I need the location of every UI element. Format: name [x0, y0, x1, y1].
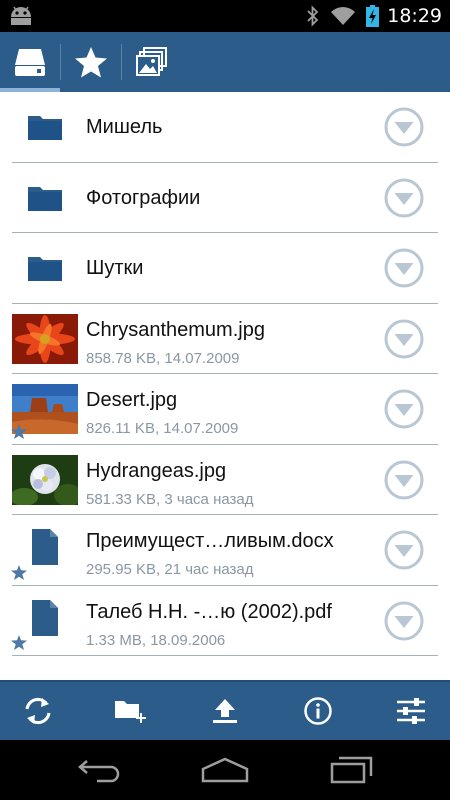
list-item[interactable]: Hydrangeas.jpg 581.33 KB, 3 часа назад: [0, 445, 450, 516]
back-button[interactable]: [75, 754, 125, 786]
android-icon: [11, 6, 31, 25]
home-button[interactable]: [198, 754, 252, 786]
item-menu-button[interactable]: [384, 107, 424, 147]
upload-icon: [213, 699, 237, 723]
item-menu-button[interactable]: [384, 389, 424, 429]
image-thumbnail: [12, 454, 78, 505]
settings-sliders-icon: [397, 698, 425, 724]
folder-icon: [28, 257, 62, 281]
folder-icon: [28, 116, 62, 140]
star-icon: [75, 47, 107, 78]
document-icon: [32, 599, 58, 636]
list-item[interactable]: Шутки: [0, 233, 450, 304]
favorite-star-icon: [11, 635, 27, 650]
file-name: Фотографии: [86, 186, 201, 209]
home-icon: [201, 757, 249, 783]
battery-charging-icon: [366, 5, 380, 27]
list-item[interactable]: Фотографии: [0, 163, 450, 234]
tab-favorites[interactable]: [61, 32, 121, 92]
top-tab-bar: [0, 32, 450, 92]
upload-button[interactable]: [195, 682, 255, 740]
recent-apps-icon: [330, 756, 373, 784]
file-name: Талеб Н.Н. -…ю (2002).pdf: [86, 600, 332, 623]
favorite-star-icon: [11, 564, 27, 580]
new-folder-button[interactable]: [100, 682, 160, 740]
settings-button[interactable]: [381, 682, 441, 740]
file-name: Desert.jpg: [86, 389, 178, 411]
back-icon: [78, 760, 120, 783]
tab-gallery[interactable]: [122, 32, 182, 92]
list-item[interactable]: Талеб Н.Н. -…ю (2002).pdf 1.33 MB, 18.09…: [0, 586, 450, 657]
refresh-icon: [25, 697, 51, 725]
new-folder-icon: [115, 701, 146, 723]
file-name: Мишель: [86, 116, 163, 138]
gallery-icon: [136, 47, 167, 76]
file-name: Chrysanthemum.jpg: [86, 318, 265, 341]
refresh-button[interactable]: [8, 682, 68, 740]
item-menu-button[interactable]: [384, 319, 424, 359]
item-menu-button[interactable]: [384, 460, 424, 500]
file-name: Hydrangeas.jpg: [86, 459, 227, 482]
document-icon: [32, 529, 58, 565]
file-meta: 581.33 KB, 3 часа назад: [86, 490, 254, 508]
file-meta: 858.78 KB, 14.07.2009: [86, 349, 240, 367]
item-menu-button[interactable]: [384, 248, 424, 288]
status-time: 18:29: [387, 5, 442, 27]
folder-icon: [28, 186, 62, 211]
favorite-star-icon: [11, 423, 27, 439]
file-list: Мишель Фотографии Шутки Chrysanthemum.jp…: [0, 92, 450, 656]
info-button[interactable]: [288, 682, 348, 740]
bluetooth-icon: [307, 5, 319, 27]
file-meta: 826.11 KB, 14.07.2009: [86, 420, 239, 437]
info-icon: [304, 697, 332, 725]
storage-icon: [15, 49, 45, 76]
image-thumbnail: [12, 313, 78, 364]
status-bar: 18:29: [0, 0, 450, 32]
list-item[interactable]: Chrysanthemum.jpg 858.78 KB, 14.07.2009: [0, 304, 450, 375]
wifi-icon: [331, 7, 356, 25]
bottom-action-bar: [0, 680, 450, 740]
file-name: Преимущест…ливым.docx: [86, 530, 334, 552]
item-menu-button[interactable]: [384, 601, 424, 641]
file-name: Шутки: [86, 257, 144, 279]
list-item[interactable]: Преимущест…ливым.docx 295.95 KB, 21 час …: [0, 515, 450, 586]
list-item[interactable]: Desert.jpg 826.11 KB, 14.07.2009: [0, 374, 450, 445]
recent-apps-button[interactable]: [326, 754, 376, 786]
list-item[interactable]: Мишель: [0, 92, 450, 163]
file-meta: 1.33 MB, 18.09.2006: [86, 631, 226, 649]
system-nav-bar: [0, 740, 450, 800]
tab-storage[interactable]: [0, 32, 60, 92]
item-menu-button[interactable]: [384, 530, 424, 570]
file-meta: 295.95 KB, 21 час назад: [86, 561, 254, 578]
item-menu-button[interactable]: [384, 178, 424, 218]
